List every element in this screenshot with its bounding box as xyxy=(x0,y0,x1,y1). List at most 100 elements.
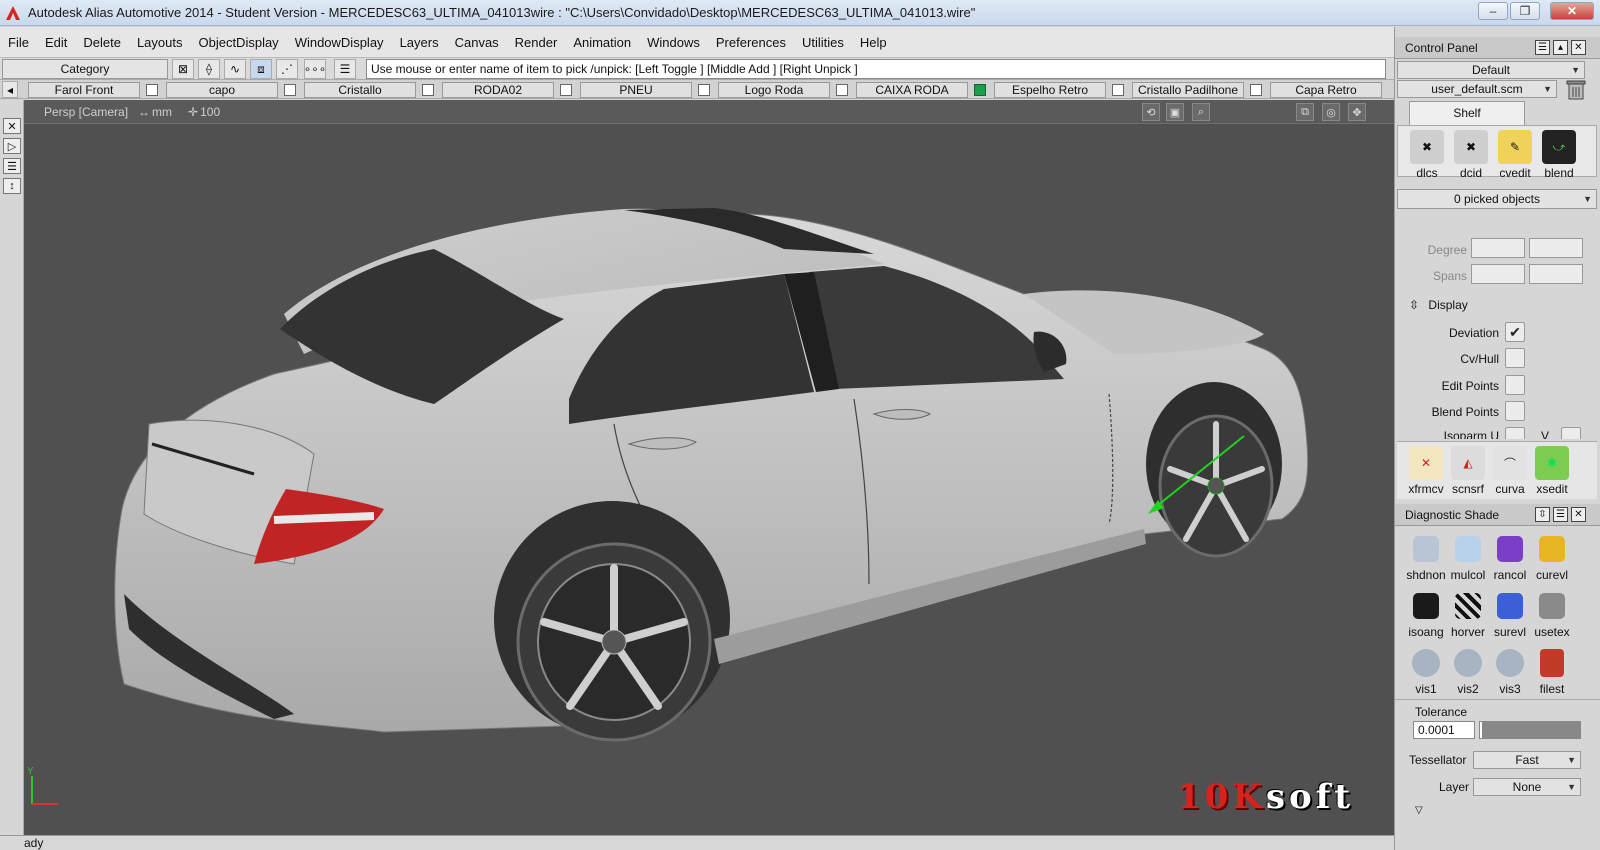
panel-menu-icon[interactable]: ☰ xyxy=(1535,40,1550,55)
layer-dropdown[interactable]: None ▼ xyxy=(1473,778,1581,796)
diag-tool-usetex[interactable]: usetex xyxy=(1531,589,1573,639)
menu-icon[interactable]: ☰ xyxy=(3,158,21,174)
menu-preferences[interactable]: Preferences xyxy=(708,35,794,50)
prompt-line[interactable]: Use mouse or enter name of item to pick … xyxy=(366,59,1386,79)
shelf-tool-blend[interactable]: ⤻ blend xyxy=(1538,130,1580,180)
menu-help[interactable]: Help xyxy=(852,35,895,50)
view-camera-icon[interactable]: ◎ xyxy=(1322,103,1340,121)
minimize-button[interactable]: – xyxy=(1478,2,1508,20)
diag-tool-rancol[interactable]: rancol xyxy=(1489,532,1531,582)
layer-caixa-roda[interactable]: CAIXA RODA xyxy=(856,82,968,98)
pick-cv-icon[interactable]: ⋰ xyxy=(276,59,298,79)
layer-logo-roda[interactable]: Logo Roda xyxy=(718,82,830,98)
layer-visibility-checkbox[interactable] xyxy=(836,84,848,96)
perspective-viewport[interactable]: Persp [Camera] ↔ mm ✛ 100 ⟲ ▣ ⌕ ⧉ ◎ ✥ Y … xyxy=(24,100,1394,835)
pick-surface-icon[interactable]: ⧈ xyxy=(250,59,272,79)
layer-visibility-checkbox[interactable] xyxy=(422,84,434,96)
pick-point-icon[interactable]: ∘∘∘ xyxy=(304,59,326,79)
picked-objects-dropdown[interactable]: 0 picked objects ▼ xyxy=(1397,189,1597,209)
menu-animation[interactable]: Animation xyxy=(565,35,639,50)
degree-field-2[interactable] xyxy=(1529,238,1583,258)
diag-tool-mulcol[interactable]: mulcol xyxy=(1447,532,1489,582)
close-window-icon[interactable]: ✕ xyxy=(3,118,21,134)
diag-tool-vis3[interactable]: vis3 xyxy=(1489,646,1531,696)
tab-shelf[interactable]: Shelf xyxy=(1409,101,1525,125)
panel-collapse-icon[interactable]: ▴ xyxy=(1553,40,1568,55)
shelf-tool-dlcs[interactable]: ✖ dlcs xyxy=(1406,130,1448,180)
layer-visibility-checkbox[interactable] xyxy=(1250,84,1262,96)
tool-curva[interactable]: ⌒ curva xyxy=(1489,446,1531,496)
isoparm-v-checkbox[interactable] xyxy=(1561,427,1581,439)
diag-tool-vis1[interactable]: vis1 xyxy=(1405,646,1447,696)
diag-tool-isoang[interactable]: isoang xyxy=(1405,589,1447,639)
diag-tool-filest[interactable]: filest xyxy=(1531,646,1573,696)
menu-layouts[interactable]: Layouts xyxy=(129,35,191,50)
expand-more-icon[interactable]: ▽ xyxy=(1415,805,1423,816)
diag-tool-shdnon[interactable]: shdnon xyxy=(1405,532,1447,582)
layer-visibility-checkbox[interactable] xyxy=(146,84,158,96)
tool-xfrmcv[interactable]: ✕ xfrmcv xyxy=(1405,446,1447,496)
tool-xsedit[interactable]: ✱ xsedit xyxy=(1531,446,1573,496)
tolerance-slider[interactable] xyxy=(1479,721,1581,739)
layer-capa-retro[interactable]: Capa Retro xyxy=(1270,82,1382,98)
menu-windows[interactable]: Windows xyxy=(639,35,708,50)
edit-points-checkbox[interactable] xyxy=(1505,375,1525,395)
pick-curve-icon[interactable]: ∿ xyxy=(224,59,246,79)
menu-windowdisplay[interactable]: WindowDisplay xyxy=(287,35,392,50)
diag-tool-vis2[interactable]: vis2 xyxy=(1447,646,1489,696)
preset-dropdown[interactable]: Default ▼ xyxy=(1397,61,1585,79)
blend-points-checkbox[interactable] xyxy=(1505,401,1525,421)
shelf-tool-dcid[interactable]: ✖ dcid xyxy=(1450,130,1492,180)
camera-zoom-icon[interactable]: ⌕ xyxy=(1192,103,1210,121)
panel-expand-icon[interactable]: ⇳ xyxy=(1535,507,1550,522)
layer-capo[interactable]: capo xyxy=(166,82,278,98)
layer-pneu[interactable]: PNEU xyxy=(580,82,692,98)
layer-visibility-checkbox[interactable] xyxy=(560,84,572,96)
panel-close-icon[interactable]: ✕ xyxy=(1571,40,1586,55)
prompt-history-icon[interactable]: ☰ xyxy=(334,59,356,79)
play-icon[interactable]: ▷ xyxy=(3,138,21,154)
view-options-icon[interactable]: ⧉ xyxy=(1296,103,1314,121)
layer-farol-front[interactable]: Farol Front xyxy=(28,82,140,98)
menu-layers[interactable]: Layers xyxy=(392,35,447,50)
camera-pan-icon[interactable]: ▣ xyxy=(1166,103,1184,121)
menu-objectdisplay[interactable]: ObjectDisplay xyxy=(190,35,286,50)
category-dropdown[interactable]: Category xyxy=(2,59,168,79)
layer-roda02[interactable]: RODA02 xyxy=(442,82,554,98)
view-maximize-icon[interactable]: ✥ xyxy=(1348,103,1366,121)
shelf-file-dropdown[interactable]: user_default.scm ▼ xyxy=(1397,80,1557,98)
deviation-checkbox[interactable]: ✔ xyxy=(1505,322,1525,342)
tolerance-input[interactable]: 0.0001 xyxy=(1413,721,1475,739)
spans-field[interactable] xyxy=(1471,264,1525,284)
menu-render[interactable]: Render xyxy=(507,35,566,50)
menu-delete[interactable]: Delete xyxy=(75,35,129,50)
spans-field-2[interactable] xyxy=(1529,264,1583,284)
shelf-tool-cvedit[interactable]: ✎ cvedit xyxy=(1494,130,1536,180)
diag-tool-surevl[interactable]: surevl xyxy=(1489,589,1531,639)
close-button[interactable]: ✕ xyxy=(1550,2,1594,20)
display-section-header[interactable]: ⇳ Display xyxy=(1409,295,1599,315)
panel-menu-icon[interactable]: ☰ xyxy=(1553,507,1568,522)
layer-visibility-checkbox[interactable] xyxy=(698,84,710,96)
layer-espelho-retro[interactable]: Espelho Retro xyxy=(994,82,1106,98)
layer-scroll-left-icon[interactable]: ◂ xyxy=(2,81,18,98)
menu-file[interactable]: File xyxy=(0,35,37,50)
tessellator-dropdown[interactable]: Fast ▼ xyxy=(1473,751,1581,769)
trash-icon[interactable] xyxy=(1563,79,1591,101)
restore-button[interactable]: ❐ xyxy=(1510,2,1540,20)
pick-nothing-icon[interactable]: ⊠ xyxy=(172,59,194,79)
camera-name[interactable]: Persp [Camera] xyxy=(44,105,128,119)
diag-tool-curevl[interactable]: curevl xyxy=(1531,532,1573,582)
layer-cristallo-padilhone[interactable]: Cristallo Padilhone xyxy=(1132,82,1244,98)
pick-object-icon[interactable]: ⟠ xyxy=(198,59,220,79)
menu-edit[interactable]: Edit xyxy=(37,35,75,50)
tool-scnsrf[interactable]: ◭ scnsrf xyxy=(1447,446,1489,496)
diag-tool-horver[interactable]: horver xyxy=(1447,589,1489,639)
layer-visibility-checkbox[interactable] xyxy=(974,84,986,96)
degree-field[interactable] xyxy=(1471,238,1525,258)
layer-visibility-checkbox[interactable] xyxy=(1112,84,1124,96)
camera-dolly-icon[interactable]: ⟲ xyxy=(1142,103,1160,121)
layer-cristallo[interactable]: Cristallo xyxy=(304,82,416,98)
panel-close-icon[interactable]: ✕ xyxy=(1571,507,1586,522)
menu-utilities[interactable]: Utilities xyxy=(794,35,852,50)
